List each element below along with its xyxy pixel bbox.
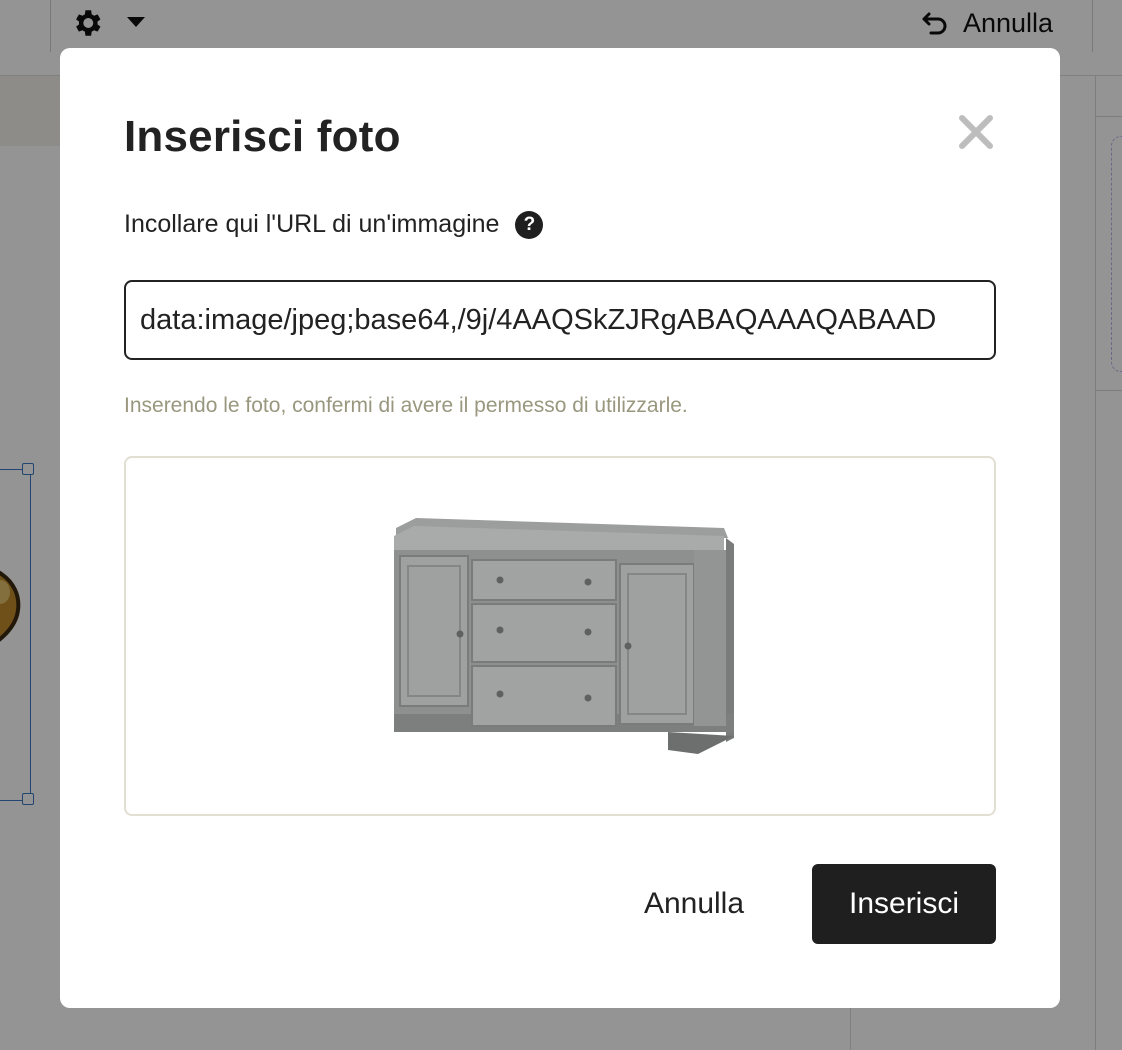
url-label-row: Incollare qui l'URL di un'immagine ?: [124, 210, 544, 239]
url-input[interactable]: [124, 280, 996, 360]
permission-notice: Inserendo le foto, confermi di avere il …: [124, 394, 688, 417]
url-label: Incollare qui l'URL di un'immagine: [124, 210, 500, 238]
dialog-title: Inserisci foto: [124, 112, 401, 161]
question-mark-icon[interactable]: ?: [515, 210, 544, 239]
sideboard-image: [394, 518, 734, 754]
image-preview: [124, 456, 996, 816]
cancel-button[interactable]: Annulla: [620, 864, 768, 944]
insert-photo-dialog: Inserisci foto Incollare qui l'URL di un…: [60, 48, 1060, 1008]
close-icon[interactable]: [956, 112, 996, 152]
insert-button[interactable]: Inserisci: [812, 864, 996, 944]
